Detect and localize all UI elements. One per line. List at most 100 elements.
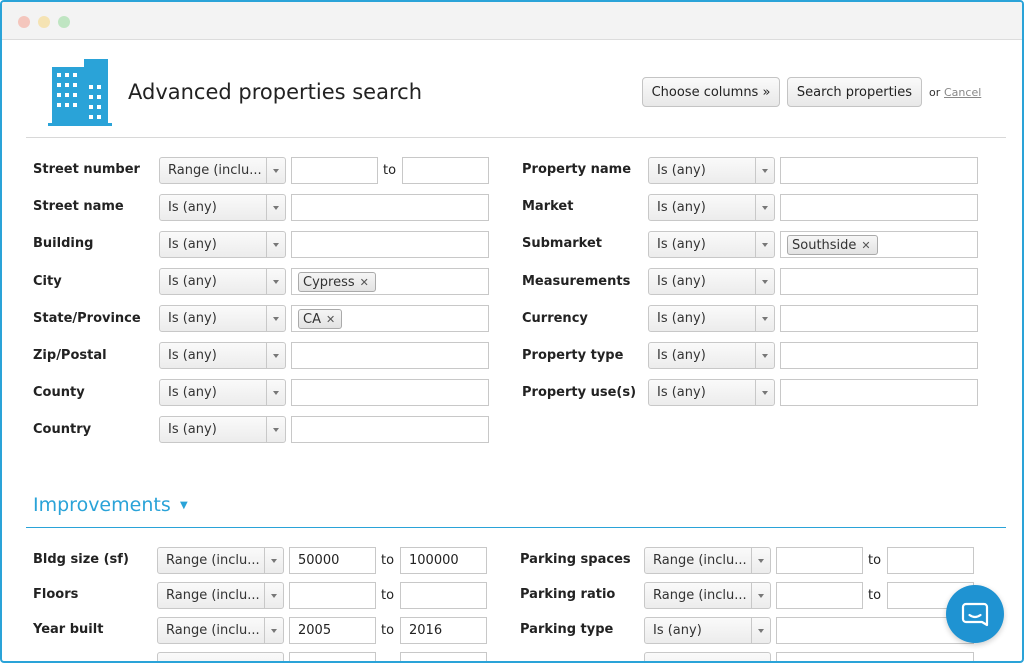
next-row-to-input[interactable] bbox=[400, 652, 487, 661]
market-operator-select[interactable]: Is (any) bbox=[648, 194, 775, 221]
parking-ratio-operator-select[interactable]: Range (inclu... bbox=[644, 582, 771, 609]
chevron-down-icon bbox=[264, 548, 283, 573]
remove-tag-icon[interactable]: ✕ bbox=[326, 313, 335, 326]
chevron-down-icon bbox=[266, 269, 285, 294]
cancel-link[interactable]: Cancel bbox=[944, 86, 981, 99]
parking-type-input[interactable] bbox=[776, 617, 974, 644]
street-number-to-input[interactable] bbox=[402, 157, 489, 184]
parking-spaces-from-input[interactable] bbox=[776, 547, 863, 574]
property-type-label: Property type bbox=[522, 348, 624, 363]
next-row-from-input[interactable] bbox=[289, 652, 376, 661]
building-label: Building bbox=[33, 236, 94, 251]
year-built-operator-select[interactable]: Range (inclu... bbox=[157, 617, 284, 644]
city-operator-select[interactable]: Is (any) bbox=[159, 268, 286, 295]
remove-tag-icon[interactable]: ✕ bbox=[360, 276, 369, 289]
zip-input[interactable] bbox=[291, 342, 489, 369]
submarket-label: Submarket bbox=[522, 236, 602, 251]
to-text: to bbox=[868, 553, 882, 568]
street-name-operator-select[interactable]: Is (any) bbox=[159, 194, 286, 221]
chevron-down-icon bbox=[266, 195, 285, 220]
remove-tag-icon[interactable]: ✕ bbox=[861, 239, 870, 252]
street-name-input[interactable] bbox=[291, 194, 489, 221]
chevron-down-icon bbox=[266, 158, 285, 183]
country-operator-select[interactable]: Is (any) bbox=[159, 416, 286, 443]
next-row-operator-select[interactable] bbox=[157, 652, 284, 661]
minimize-window-button[interactable] bbox=[38, 16, 50, 28]
property-name-input[interactable] bbox=[780, 157, 978, 184]
chevron-down-icon bbox=[755, 380, 774, 405]
next-row-right-operator-select[interactable] bbox=[644, 652, 771, 661]
city-tag: Cypress ✕ bbox=[298, 272, 376, 292]
property-type-operator-select[interactable]: Is (any) bbox=[648, 342, 775, 369]
search-properties-button[interactable]: Search properties bbox=[787, 77, 922, 107]
year-built-to-input[interactable]: 2016 bbox=[400, 617, 487, 644]
country-label: Country bbox=[33, 422, 92, 437]
country-input[interactable] bbox=[291, 416, 489, 443]
chevron-down-icon bbox=[266, 306, 285, 331]
next-row-right-input[interactable] bbox=[776, 652, 974, 661]
zip-operator-select[interactable]: Is (any) bbox=[159, 342, 286, 369]
floors-operator-select[interactable]: Range (inclu... bbox=[157, 582, 284, 609]
submarket-operator-select[interactable]: Is (any) bbox=[648, 231, 775, 258]
floors-label: Floors bbox=[33, 587, 79, 602]
currency-input[interactable] bbox=[780, 305, 978, 332]
city-input[interactable]: Cypress ✕ bbox=[291, 268, 489, 295]
chevron-down-icon bbox=[266, 343, 285, 368]
parking-ratio-label: Parking ratio bbox=[520, 587, 616, 602]
chevron-down-icon bbox=[755, 306, 774, 331]
state-label: State/Province bbox=[33, 311, 141, 326]
or-text: or bbox=[929, 86, 941, 99]
parking-type-operator-select[interactable]: Is (any) bbox=[644, 617, 771, 644]
street-number-operator-select[interactable]: Range (inclu... bbox=[159, 157, 286, 184]
floors-from-input[interactable] bbox=[289, 582, 376, 609]
to-text: to bbox=[383, 163, 397, 178]
chat-launcher-button[interactable] bbox=[946, 585, 1004, 643]
parking-spaces-to-input[interactable] bbox=[887, 547, 974, 574]
measurements-operator-select[interactable]: Is (any) bbox=[648, 268, 775, 295]
floors-to-input[interactable] bbox=[400, 582, 487, 609]
submarket-input[interactable]: Southside ✕ bbox=[780, 231, 978, 258]
street-name-label: Street name bbox=[33, 199, 124, 214]
close-window-button[interactable] bbox=[18, 16, 30, 28]
zip-label: Zip/Postal bbox=[33, 348, 107, 363]
measurements-input[interactable] bbox=[780, 268, 978, 295]
year-built-from-input[interactable]: 2005 bbox=[289, 617, 376, 644]
street-number-label: Street number bbox=[33, 162, 140, 177]
county-operator-select[interactable]: Is (any) bbox=[159, 379, 286, 406]
window-titlebar bbox=[2, 2, 1022, 40]
property-name-operator-select[interactable]: Is (any) bbox=[648, 157, 775, 184]
currency-operator-select[interactable]: Is (any) bbox=[648, 305, 775, 332]
bldg-size-operator-select[interactable]: Range (inclu... bbox=[157, 547, 284, 574]
to-text: to bbox=[381, 553, 395, 568]
chat-icon bbox=[961, 602, 989, 627]
chevron-down-icon bbox=[266, 380, 285, 405]
chevron-down-icon bbox=[751, 618, 770, 643]
street-number-from-input[interactable] bbox=[291, 157, 378, 184]
state-operator-select[interactable]: Is (any) bbox=[159, 305, 286, 332]
improvements-section-toggle[interactable]: Improvements bbox=[33, 494, 171, 516]
measurements-label: Measurements bbox=[522, 274, 631, 289]
bldg-size-label: Bldg size (sf) bbox=[33, 552, 129, 567]
parking-spaces-operator-select[interactable]: Range (inclu... bbox=[644, 547, 771, 574]
building-input[interactable] bbox=[291, 231, 489, 258]
property-uses-operator-select[interactable]: Is (any) bbox=[648, 379, 775, 406]
currency-label: Currency bbox=[522, 311, 588, 326]
maximize-window-button[interactable] bbox=[58, 16, 70, 28]
chevron-down-icon bbox=[751, 548, 770, 573]
bldg-size-to-input[interactable]: 100000 bbox=[400, 547, 487, 574]
county-input[interactable] bbox=[291, 379, 489, 406]
chevron-down-icon bbox=[755, 158, 774, 183]
bldg-size-from-input[interactable]: 50000 bbox=[289, 547, 376, 574]
year-built-label: Year built bbox=[33, 622, 104, 637]
property-uses-label: Property use(s) bbox=[522, 385, 637, 400]
market-input[interactable] bbox=[780, 194, 978, 221]
property-type-input[interactable] bbox=[780, 342, 978, 369]
state-input[interactable]: CA ✕ bbox=[291, 305, 489, 332]
chevron-down-icon bbox=[755, 269, 774, 294]
chevron-down-icon bbox=[266, 417, 285, 442]
caret-down-icon[interactable]: ▼ bbox=[180, 500, 188, 511]
building-operator-select[interactable]: Is (any) bbox=[159, 231, 286, 258]
choose-columns-button[interactable]: Choose columns » bbox=[642, 77, 780, 107]
parking-ratio-from-input[interactable] bbox=[776, 582, 863, 609]
property-uses-input[interactable] bbox=[780, 379, 978, 406]
